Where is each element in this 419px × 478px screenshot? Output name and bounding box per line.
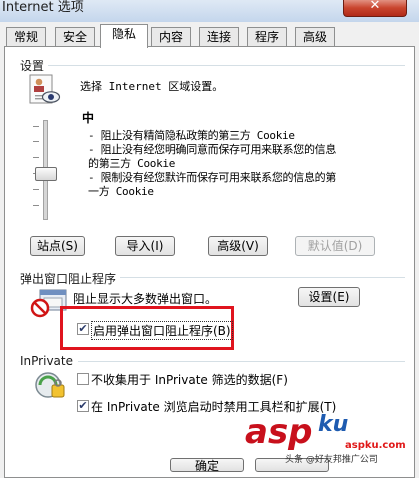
close-button[interactable]: ✕	[343, 0, 407, 17]
slider-tick	[33, 126, 39, 127]
window-title: Internet 选项	[2, 0, 84, 15]
watermark-domain: aspku.com	[345, 440, 406, 451]
description-line: - 阻止没有精简隐私政策的第三方 Cookie	[88, 129, 295, 142]
inprivate-group-label: InPrivate	[20, 354, 77, 368]
title-bar: Internet 选项 ✕	[0, 0, 419, 22]
popup-description: 阻止显示大多数弹出窗口。	[73, 292, 218, 306]
divider	[78, 361, 405, 362]
tab-content[interactable]: 内容	[151, 27, 191, 47]
privacy-level: 中	[82, 111, 95, 125]
description-line: - 阻止没有经您明确同意而保存可用来联系您的信息	[88, 143, 337, 156]
disable-toolbars-checkbox[interactable]: ✔	[77, 400, 89, 412]
advanced-button[interactable]: 高级(V)	[208, 236, 268, 256]
watermark-author: 头条 @好友邦推广公司	[285, 455, 378, 465]
tab-connections[interactable]: 连接	[199, 27, 239, 47]
popup-group-label: 弹出窗口阻止程序	[20, 270, 121, 287]
inprivate-icon	[35, 372, 65, 398]
slider-tick	[33, 205, 39, 206]
description-line: - 限制没有经您默许而保存可用来联系您的信息的第	[88, 171, 337, 184]
no-collect-data-checkbox[interactable]	[77, 373, 89, 385]
default-button[interactable]: 默认值(D)	[295, 236, 375, 256]
tab-programs[interactable]: 程序	[247, 27, 287, 47]
enable-popup-blocker-checkbox[interactable]: ✔	[77, 323, 89, 335]
close-icon: ✕	[369, 0, 381, 13]
watermark-logo: ku	[318, 412, 349, 437]
ok-button[interactable]: 确定	[170, 458, 244, 473]
slider-tick	[33, 141, 39, 142]
slider-tick	[33, 157, 39, 158]
slider-tick	[33, 189, 39, 190]
divider	[120, 277, 405, 278]
tab-advanced[interactable]: 高级	[295, 27, 335, 47]
tab-privacy[interactable]: 隐私	[100, 24, 148, 48]
level-description: - 阻止没有精简隐私政策的第三方 Cookie - 阻止没有经您明确同意而保存可…	[88, 129, 336, 199]
description-line: 的第三方 Cookie	[88, 157, 176, 170]
privacy-icon	[29, 74, 61, 104]
enable-popup-blocker-label[interactable]: 启用弹出窗口阻止程序(B)	[91, 321, 233, 340]
watermark-brand: asp	[245, 412, 313, 452]
privacy-slider-thumb[interactable]	[35, 167, 57, 181]
import-button[interactable]: 导入(I)	[115, 236, 175, 256]
no-collect-data-label[interactable]: 不收集用于 InPrivate 筛选的数据(F)	[91, 371, 288, 388]
popup-settings-button[interactable]: 设置(E)	[298, 287, 360, 307]
divider	[45, 65, 405, 66]
tab-general[interactable]: 常规	[6, 27, 46, 47]
sites-button[interactable]: 站点(S)	[30, 236, 85, 256]
tab-security[interactable]: 安全	[55, 27, 95, 47]
settings-group-label: 设置	[20, 57, 49, 74]
zone-instruction: 选择 Internet 区域设置。	[80, 80, 224, 93]
description-line: 一方 Cookie	[88, 185, 154, 198]
